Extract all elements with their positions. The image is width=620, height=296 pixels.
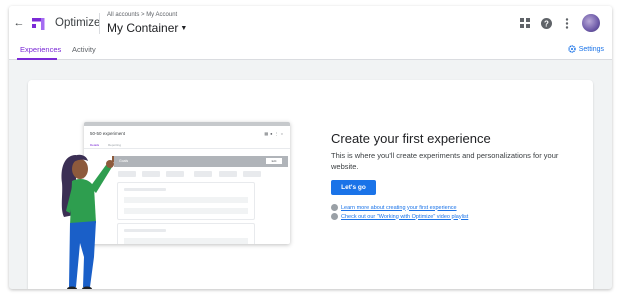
lets-go-button[interactable]: Let's go: [331, 180, 376, 195]
app-name: Optimize: [55, 17, 101, 29]
mockup-chip: [194, 171, 212, 177]
help-icon[interactable]: ?: [540, 17, 552, 29]
active-tab-indicator: [17, 58, 57, 60]
learn-more-text: Learn more about creating your first exp…: [341, 204, 457, 211]
breadcrumb[interactable]: All accounts > My Account: [107, 12, 177, 18]
settings-label: Settings: [578, 45, 604, 53]
gear-icon: [568, 45, 576, 53]
mockup-block: [124, 197, 248, 203]
tab-experiences[interactable]: Experiences: [20, 45, 61, 54]
mockup-title: 50-50 experiment: [90, 131, 126, 136]
container-selector[interactable]: My Container ▼: [107, 21, 187, 35]
mockup-line: [124, 188, 166, 191]
dropdown-arrow-icon: ▼: [180, 25, 188, 32]
mockup-line: [124, 229, 166, 232]
school-icon: [331, 204, 338, 211]
mockup-panel: [117, 182, 255, 220]
tab-activity[interactable]: Activity: [72, 45, 96, 54]
arrow-back-icon[interactable]: ←: [13, 17, 25, 29]
header-divider: [99, 13, 100, 34]
video-icon: [331, 213, 338, 220]
video-playlist-text: Check out our "Working with Optimize" vi…: [341, 213, 469, 220]
woman-illustration: [61, 154, 114, 289]
mockup-titlebar: [84, 122, 290, 126]
container-name: My Container: [107, 21, 179, 35]
mockup-bar-button: Edit: [266, 158, 282, 164]
mockup-panel: [117, 223, 255, 244]
mockup-chip: [219, 171, 237, 177]
settings-button[interactable]: Settings: [568, 45, 604, 53]
empty-state-title: Create your first experience: [331, 131, 491, 146]
mockup-block: [124, 208, 248, 214]
avatar[interactable]: [582, 14, 600, 32]
mockup-block: [124, 238, 248, 244]
video-playlist-link[interactable]: Check out our "Working with Optimize" vi…: [331, 213, 468, 220]
app-window: ← Optimize All accounts > My Account My …: [9, 6, 612, 289]
empty-state-card: 50-50 experiment ▦●⋮○ Details Reporting …: [28, 80, 593, 289]
header-actions: ?: [519, 14, 600, 32]
apps-grid-icon[interactable]: [519, 17, 531, 29]
learn-more-link[interactable]: Learn more about creating your first exp…: [331, 204, 457, 211]
more-vert-icon[interactable]: [561, 17, 573, 29]
mockup-chip: [166, 171, 184, 177]
optimize-logo: [32, 18, 45, 30]
tab-bar: Experiences Activity Settings: [9, 39, 612, 60]
mockup-header-bar: Goals Edit: [114, 156, 288, 167]
mockup-chip: [142, 171, 160, 177]
top-app-bar: ← Optimize All accounts > My Account My …: [9, 6, 612, 39]
empty-state-description: This is where you'll create experiments …: [331, 151, 559, 171]
mockup-icons: ▦●⋮○: [264, 131, 285, 136]
mockup-chip: [243, 171, 261, 177]
svg-text:?: ?: [544, 19, 549, 28]
